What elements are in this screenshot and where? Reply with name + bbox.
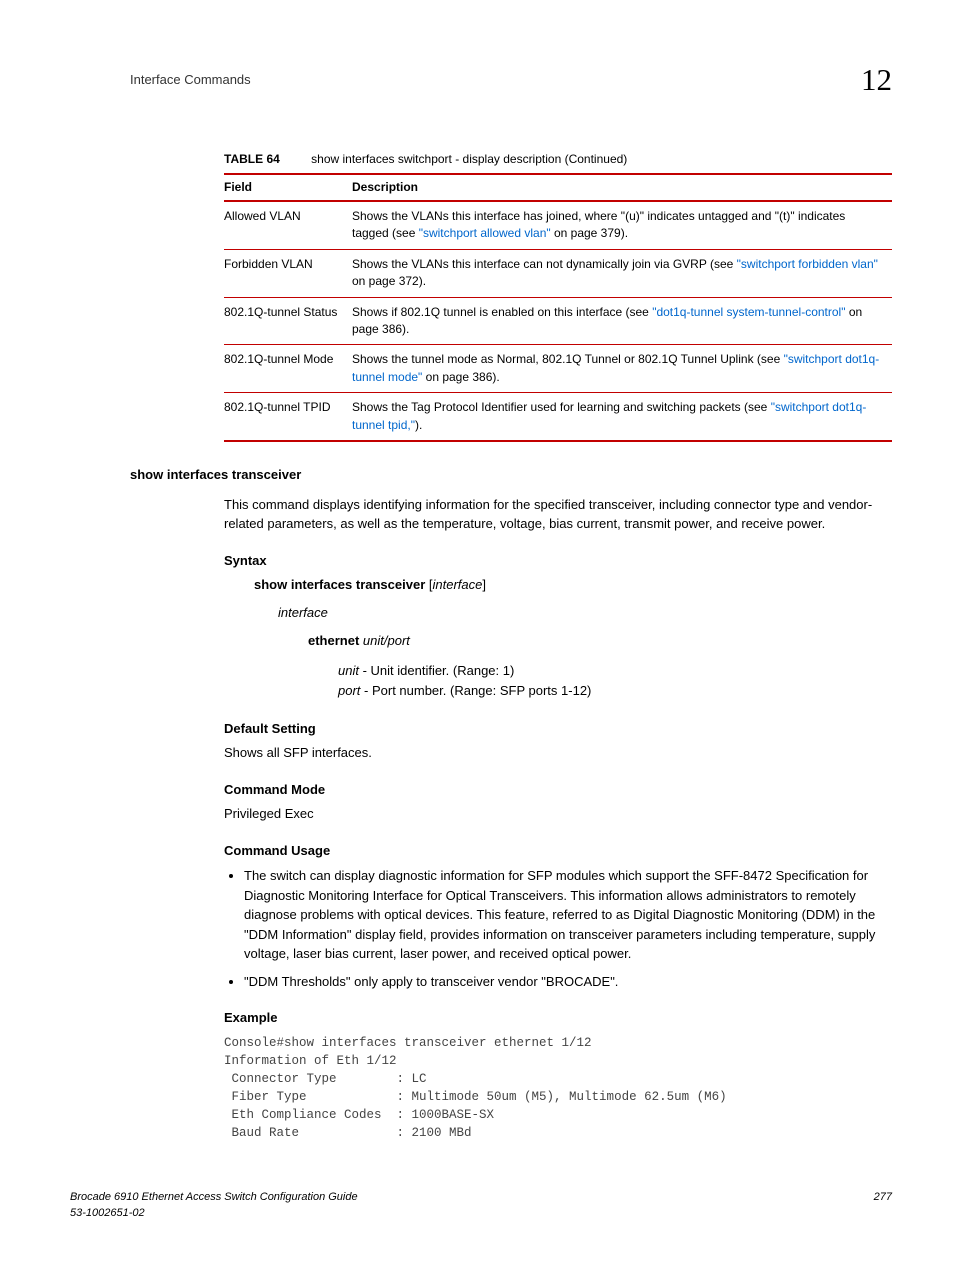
example-heading: Example — [224, 1009, 892, 1027]
xref-link[interactable]: "switchport forbidden vlan" — [737, 257, 878, 271]
desc-cell: Shows the VLANs this interface can not d… — [352, 249, 892, 297]
list-item: The switch can display diagnostic inform… — [244, 866, 892, 964]
page-number: 277 — [874, 1190, 892, 1221]
table-row: Forbidden VLAN Shows the VLANs this inte… — [224, 249, 892, 297]
example-code: Console#show interfaces transceiver ethe… — [224, 1034, 892, 1143]
header-title: Interface Commands — [130, 71, 251, 89]
unit-line: unit - Unit identifier. (Range: 1) port … — [338, 661, 892, 703]
table-caption: TABLE 64 show interfaces switchport - di… — [224, 151, 892, 168]
field-cell: Allowed VLAN — [224, 201, 352, 249]
table-64: TABLE 64 show interfaces switchport - di… — [224, 151, 892, 442]
default-text: Shows all SFP interfaces. — [224, 744, 892, 763]
section-heading: show interfaces transceiver — [130, 466, 892, 484]
list-item: "DDM Thresholds" only apply to transceiv… — [244, 972, 892, 992]
col-field: Field — [224, 174, 352, 201]
xref-link[interactable]: "dot1q-tunnel system-tunnel-control" — [652, 305, 845, 319]
ethernet-line: ethernet unit/port — [308, 632, 892, 650]
page-footer: Brocade 6910 Ethernet Access Switch Conf… — [70, 1190, 892, 1221]
mode-text: Privileged Exec — [224, 805, 892, 824]
chapter-number: 12 — [861, 58, 892, 101]
usage-heading: Command Usage — [224, 842, 892, 860]
xref-link[interactable]: "switchport allowed vlan" — [419, 226, 551, 240]
desc-cell: Shows if 802.1Q tunnel is enabled on thi… — [352, 297, 892, 345]
interface-label: interface — [278, 604, 892, 622]
table-label: TABLE 64 — [224, 152, 280, 166]
table-row: 802.1Q-tunnel Mode Shows the tunnel mode… — [224, 345, 892, 393]
syntax-line: show interfaces transceiver [interface] — [254, 576, 892, 594]
field-cell: 802.1Q-tunnel Status — [224, 297, 352, 345]
table-caption-text: show interfaces switchport - display des… — [311, 152, 627, 166]
desc-cell: Shows the VLANs this interface has joine… — [352, 201, 892, 249]
default-heading: Default Setting — [224, 720, 892, 738]
field-cell: 802.1Q-tunnel TPID — [224, 393, 352, 441]
table-row: Allowed VLAN Shows the VLANs this interf… — [224, 201, 892, 249]
mode-heading: Command Mode — [224, 781, 892, 799]
usage-list: The switch can display diagnostic inform… — [224, 866, 892, 991]
footer-left: Brocade 6910 Ethernet Access Switch Conf… — [70, 1190, 358, 1221]
section-intro: This command displays identifying inform… — [224, 496, 892, 534]
desc-cell: Shows the Tag Protocol Identifier used f… — [352, 393, 892, 441]
syntax-heading: Syntax — [224, 552, 892, 570]
col-description: Description — [352, 174, 892, 201]
desc-cell: Shows the tunnel mode as Normal, 802.1Q … — [352, 345, 892, 393]
description-table: Field Description Allowed VLAN Shows the… — [224, 173, 892, 442]
field-cell: 802.1Q-tunnel Mode — [224, 345, 352, 393]
running-header: Interface Commands 12 — [130, 58, 892, 101]
field-cell: Forbidden VLAN — [224, 249, 352, 297]
table-row: 802.1Q-tunnel TPID Shows the Tag Protoco… — [224, 393, 892, 441]
table-row: 802.1Q-tunnel Status Shows if 802.1Q tun… — [224, 297, 892, 345]
